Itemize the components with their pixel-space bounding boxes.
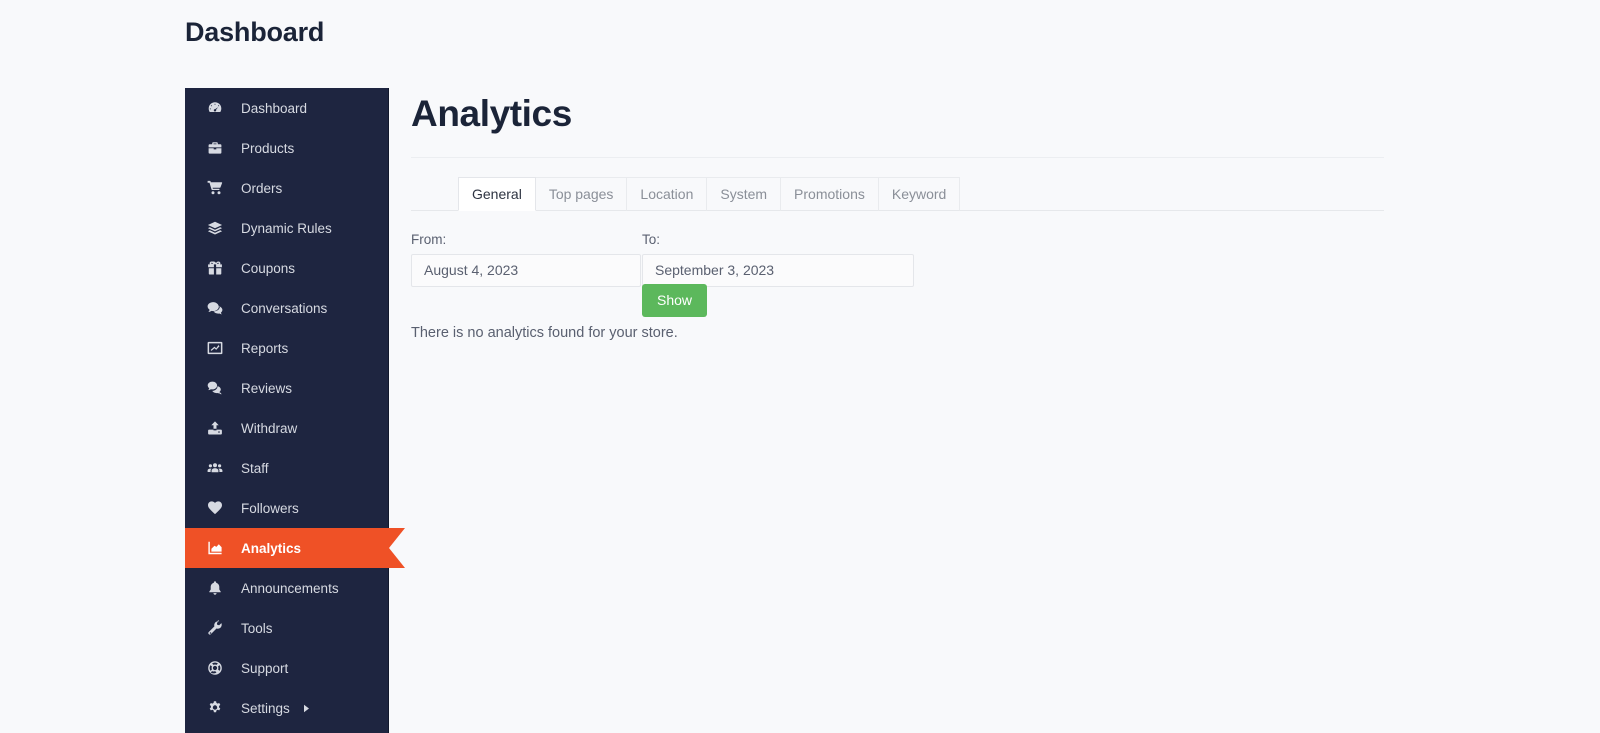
sidebar-item-label: Support (241, 660, 289, 676)
sidebar-item-label: Tools (241, 620, 273, 636)
gift-icon (207, 260, 233, 276)
sidebar-item-label: Dashboard (241, 100, 308, 116)
sidebar-item-label: Withdraw (241, 420, 298, 436)
sidebar-item-support[interactable]: Support (185, 648, 388, 688)
chart-line-icon (207, 340, 233, 356)
sidebar-item-dashboard[interactable]: Dashboard (185, 88, 388, 128)
tachometer-icon (207, 100, 233, 116)
tab-top-pages[interactable]: Top pages (534, 176, 628, 211)
sidebar-item-label: Conversations (241, 300, 328, 316)
date-range-form: From: To: Show (411, 232, 1384, 317)
sidebar-item-conversations[interactable]: Conversations (185, 288, 388, 328)
gear-icon (207, 700, 233, 716)
tab-keyword[interactable]: Keyword (877, 176, 961, 211)
tab-location[interactable]: Location (626, 176, 708, 211)
sidebar-item-followers[interactable]: Followers (185, 488, 388, 528)
to-label: To: (642, 231, 661, 247)
sidebar-item-analytics[interactable]: Analytics (185, 528, 405, 568)
sidebar-item-label: Reports (241, 340, 289, 356)
sidebar-item-tools[interactable]: Tools (185, 608, 388, 648)
sidebar-item-label: Coupons (241, 260, 296, 276)
comments-icon (207, 300, 233, 316)
empty-state-message: There is no analytics found for your sto… (411, 324, 678, 341)
area-chart-icon (207, 540, 233, 556)
sidebar-item-dynamic-rules[interactable]: Dynamic Rules (185, 208, 388, 248)
chevron-right-icon[interactable] (302, 704, 311, 713)
content-heading: Analytics (411, 93, 572, 134)
show-button[interactable]: Show (642, 283, 708, 317)
active-item-arrow-notch (389, 528, 405, 568)
from-label: From: (411, 231, 447, 247)
sidebar-item-reports[interactable]: Reports (185, 328, 388, 368)
shopping-cart-icon (207, 180, 233, 196)
sidebar-item-staff[interactable]: Staff (185, 448, 388, 488)
tab-bar: General Top pages Location System Promotions… (411, 176, 1384, 211)
layers-icon (207, 220, 233, 236)
app-root: Dashboard Dashboard Products Orders Dynamic… (0, 0, 1600, 733)
from-date-input[interactable] (411, 253, 641, 287)
sidebar-item-label: Staff (241, 460, 269, 476)
sidebar-item-products[interactable]: Products (185, 128, 388, 168)
sidebar-item-orders[interactable]: Orders (185, 168, 388, 208)
wrench-icon (207, 620, 233, 636)
briefcase-icon (207, 140, 233, 156)
sidebar-item-reviews[interactable]: Reviews (185, 368, 388, 408)
sidebar-item-label: Products (241, 140, 295, 156)
bell-icon (207, 580, 233, 596)
page-title: Dashboard (185, 17, 325, 47)
sidebar-item-label: Analytics (241, 540, 302, 556)
tab-promotions[interactable]: Promotions (780, 176, 879, 211)
sidebar-item-announcements[interactable]: Announcements (185, 568, 388, 608)
from-field-group: From: (411, 232, 641, 287)
review-bubbles-icon (207, 380, 233, 396)
to-field-group: To: (642, 232, 914, 287)
tab-system[interactable]: System (706, 176, 782, 211)
sidebar-item-settings[interactable]: Settings (185, 688, 388, 728)
users-icon (207, 460, 233, 476)
sidebar-item-coupons[interactable]: Coupons (185, 248, 388, 288)
sidebar-item-withdraw[interactable]: Withdraw (185, 408, 388, 448)
sidebar-item-label: Followers (241, 500, 299, 516)
tab-general[interactable]: General (458, 176, 536, 211)
lifebuoy-icon (207, 660, 233, 676)
to-date-input[interactable] (642, 253, 914, 287)
heart-icon (207, 500, 233, 516)
upload-icon (207, 420, 233, 436)
sidebar: Dashboard Products Orders Dynamic Rules Coup… (185, 88, 405, 733)
sidebar-item-label: Dynamic Rules (241, 220, 332, 236)
title-divider (411, 156, 1384, 158)
sidebar-item-label: Settings (241, 700, 290, 716)
sidebar-item-label: Announcements (241, 580, 339, 596)
sidebar-item-label: Reviews (241, 380, 293, 396)
main-content: Analytics General Top pages Location System… (411, 88, 1384, 341)
sidebar-item-label: Orders (241, 180, 283, 196)
